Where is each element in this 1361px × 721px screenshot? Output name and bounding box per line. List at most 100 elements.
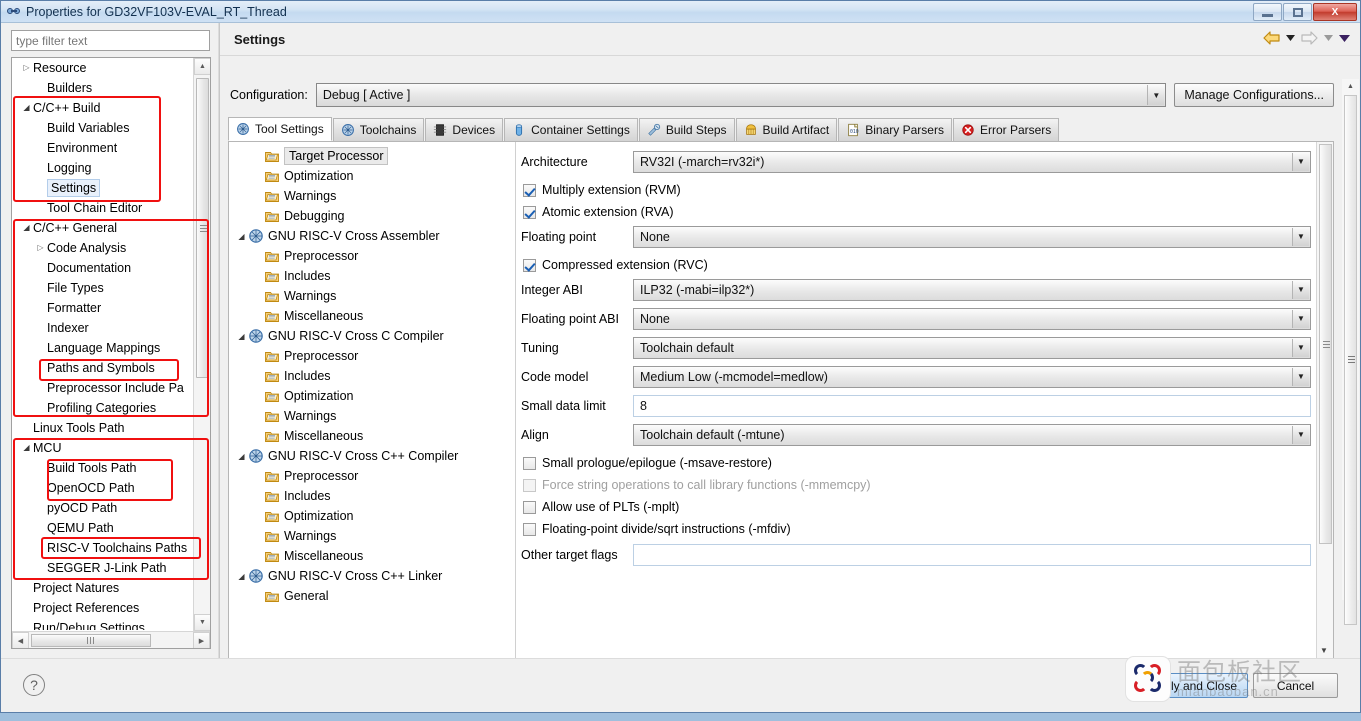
sidebar-item-pyocd-path[interactable]: pyOCD Path: [12, 498, 193, 518]
tab-binary-parsers[interactable]: 010 Binary Parsers: [838, 118, 952, 141]
tab-build-steps[interactable]: Build Steps: [638, 118, 735, 141]
sidebar-item-resource[interactable]: ▷ Resource: [12, 58, 193, 78]
tool-tree-item-miscellaneous[interactable]: Miscellaneous: [229, 426, 515, 446]
tool-tree-item-general[interactable]: General: [229, 586, 515, 606]
dialog-vertical-scrollbar[interactable]: ▲: [1342, 79, 1359, 625]
chevron-down-icon[interactable]: ▼: [1292, 280, 1309, 299]
sidebar-item-linux-tools-path[interactable]: Linux Tools Path: [12, 418, 193, 438]
tab-error-parsers[interactable]: Error Parsers: [952, 118, 1060, 141]
architecture-select[interactable]: RV32I (-march=rv32i*) ▼: [633, 150, 1311, 173]
chevron-down-icon[interactable]: ▼: [1292, 227, 1309, 246]
chevron-down-icon[interactable]: ▼: [1292, 309, 1309, 328]
tab-toolchains[interactable]: Toolchains: [332, 118, 425, 141]
tool-tree-item-warnings[interactable]: Warnings: [229, 286, 515, 306]
sidebar-item-preprocessor-include-pa[interactable]: Preprocessor Include Pa: [12, 378, 193, 398]
other-target-flags-input[interactable]: [633, 543, 1311, 566]
tool-tree-item-preprocessor[interactable]: Preprocessor: [229, 466, 515, 486]
fp-divide-sqrt-row[interactable]: Floating-point divide/sqrt instructions …: [516, 518, 1333, 540]
sidebar-item-environment[interactable]: Environment: [12, 138, 193, 158]
tool-tree-item-gnu-risc-v-cross-assembler[interactable]: ◢ GNU RISC-V Cross Assembler: [229, 226, 515, 246]
align-select[interactable]: Toolchain default (-mtune) ▼: [633, 423, 1311, 446]
allow-plts-checkbox[interactable]: [523, 500, 536, 514]
tool-tree-item-preprocessor[interactable]: Preprocessor: [229, 246, 515, 266]
back-dropdown-chevron-down-icon[interactable]: [1283, 28, 1297, 48]
sidebar-scroll-thumb[interactable]: [196, 78, 209, 378]
collapsed-arrow-icon[interactable]: ▷: [34, 238, 47, 258]
dialog-scroll-thumb[interactable]: [1344, 95, 1357, 625]
compressed-extension-checkbox[interactable]: [523, 258, 536, 272]
tool-tree-item-miscellaneous[interactable]: Miscellaneous: [229, 306, 515, 326]
sidebar-item-tool-chain-editor[interactable]: Tool Chain Editor: [12, 198, 193, 218]
tool-tree-item-optimization[interactable]: Optimization: [229, 386, 515, 406]
apply-and-close-button[interactable]: Apply and Close: [1138, 673, 1248, 698]
form-vertical-scrollbar[interactable]: ▼: [1316, 142, 1333, 659]
sidebar-item-build-variables[interactable]: Build Variables: [12, 118, 193, 138]
help-question-icon[interactable]: ?: [23, 674, 45, 696]
sidebar-item-profiling-categories[interactable]: Profiling Categories: [12, 398, 193, 418]
fp-divide-sqrt-checkbox[interactable]: [523, 522, 536, 536]
sidebar-item-file-types[interactable]: File Types: [12, 278, 193, 298]
multiply-extension-row[interactable]: Multiply extension (RVM): [516, 179, 1333, 201]
chevron-down-icon[interactable]: ▼: [1147, 85, 1165, 105]
sidebar-hscroll-thumb[interactable]: [31, 634, 151, 647]
tool-tree-item-warnings[interactable]: Warnings: [229, 406, 515, 426]
expanded-arrow-icon[interactable]: ◢: [235, 452, 248, 461]
tool-tree-item-gnu-risc-v-cross-c++-linker[interactable]: ◢ GNU RISC-V Cross C++ Linker: [229, 566, 515, 586]
code-model-select[interactable]: Medium Low (-mcmodel=medlow) ▼: [633, 365, 1311, 388]
close-button[interactable]: X: [1313, 3, 1357, 21]
sidebar-item-documentation[interactable]: Documentation: [12, 258, 193, 278]
page-menu-chevron-down-icon[interactable]: [1337, 28, 1351, 48]
chevron-down-icon[interactable]: ▼: [1292, 338, 1309, 357]
sidebar-item-paths-and-symbols[interactable]: Paths and Symbols: [12, 358, 193, 378]
tool-tree-item-warnings[interactable]: Warnings: [229, 186, 515, 206]
tab-build-artifact[interactable]: Build Artifact: [735, 118, 838, 141]
sidebar-item-language-mappings[interactable]: Language Mappings: [12, 338, 193, 358]
multiply-extension-checkbox[interactable]: [523, 183, 536, 197]
tool-tree-item-preprocessor[interactable]: Preprocessor: [229, 346, 515, 366]
sidebar-item-indexer[interactable]: Indexer: [12, 318, 193, 338]
sidebar-vertical-scrollbar[interactable]: ▲ ▼: [193, 58, 210, 631]
small-prologue-checkbox[interactable]: [523, 456, 536, 470]
chevron-down-icon[interactable]: ▼: [1292, 367, 1309, 386]
tab-devices[interactable]: Devices: [425, 118, 504, 141]
sidebar-item-build-tools-path[interactable]: Build Tools Path: [12, 458, 193, 478]
sidebar-item-logging[interactable]: Logging: [12, 158, 193, 178]
expanded-arrow-icon[interactable]: ◢: [20, 98, 33, 118]
expanded-arrow-icon[interactable]: ◢: [235, 332, 248, 341]
scroll-down-arrow-icon[interactable]: ▼: [194, 614, 210, 631]
expanded-arrow-icon[interactable]: ◢: [20, 218, 33, 238]
sidebar-item-code-analysis[interactable]: ▷ Code Analysis: [12, 238, 193, 258]
tuning-select[interactable]: Toolchain default ▼: [633, 336, 1311, 359]
sidebar-item-mcu[interactable]: ◢ MCU: [12, 438, 193, 458]
sidebar-item-openocd-path[interactable]: OpenOCD Path: [12, 478, 193, 498]
tab-tool-settings[interactable]: Tool Settings: [228, 117, 332, 141]
chevron-down-icon[interactable]: ▼: [1292, 152, 1309, 171]
sidebar-item-c-c-build[interactable]: ◢ C/C++ Build: [12, 98, 193, 118]
small-data-limit-input[interactable]: 8: [633, 394, 1311, 417]
integer-abi-select[interactable]: ILP32 (-mabi=ilp32*) ▼: [633, 278, 1311, 301]
tool-tree-item-gnu-risc-v-cross-c-compiler[interactable]: ◢ GNU RISC-V Cross C Compiler: [229, 326, 515, 346]
expanded-arrow-icon[interactable]: ◢: [235, 572, 248, 581]
expanded-arrow-icon[interactable]: ◢: [235, 232, 248, 241]
tool-tree-item-optimization[interactable]: Optimization: [229, 166, 515, 186]
compressed-extension-row[interactable]: Compressed extension (RVC): [516, 254, 1333, 276]
scroll-right-arrow-icon[interactable]: ▶: [193, 632, 210, 648]
sidebar-item-project-references[interactable]: Project References: [12, 598, 193, 618]
sidebar-item-risc-v-toolchains-paths[interactable]: RISC-V Toolchains Paths: [12, 538, 193, 558]
expanded-arrow-icon[interactable]: ◢: [20, 438, 33, 458]
sidebar-item-qemu-path[interactable]: QEMU Path: [12, 518, 193, 538]
tool-tree-item-miscellaneous[interactable]: Miscellaneous: [229, 546, 515, 566]
tool-tree-item-includes[interactable]: Includes: [229, 266, 515, 286]
cancel-button[interactable]: Cancel: [1253, 673, 1338, 698]
filter-input[interactable]: [11, 30, 210, 51]
floating-point-select[interactable]: None ▼: [633, 225, 1311, 248]
atomic-extension-row[interactable]: Atomic extension (RVA): [516, 201, 1333, 223]
tool-tree-item-debugging[interactable]: Debugging: [229, 206, 515, 226]
form-scroll-thumb[interactable]: [1319, 144, 1332, 544]
sidebar-item-segger-j-link-path[interactable]: SEGGER J-Link Path: [12, 558, 193, 578]
minimize-button[interactable]: [1253, 3, 1282, 21]
tool-tree[interactable]: Target Processor Optimization Warnings D…: [229, 142, 516, 659]
configuration-select[interactable]: Debug [ Active ] ▼: [315, 83, 1167, 107]
back-arrow-icon[interactable]: [1261, 28, 1281, 48]
tool-tree-item-optimization[interactable]: Optimization: [229, 506, 515, 526]
